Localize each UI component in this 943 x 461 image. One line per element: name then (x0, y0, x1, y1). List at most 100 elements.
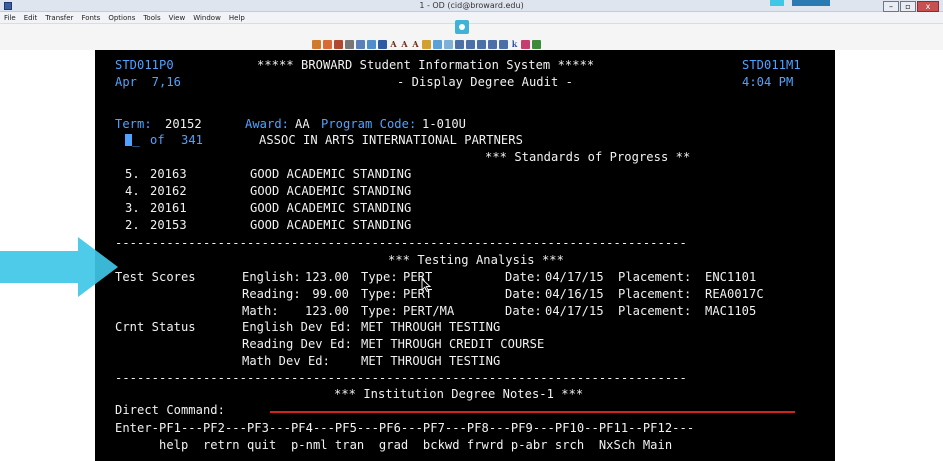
test-placement-label: Placement: (618, 287, 692, 301)
record-indicator-icon[interactable] (455, 20, 469, 34)
minimize-button[interactable]: – (883, 1, 899, 12)
title-bar: 1 - OD (cid@broward.edu) – ▫ x (0, 0, 943, 12)
test-subject: Math: (242, 304, 301, 318)
progress-row-term: 20162 (150, 184, 187, 198)
close-button[interactable]: x (917, 1, 939, 12)
test-score: 99.00 (305, 287, 349, 301)
mouse-pointer-icon (421, 278, 431, 292)
screen-id-left: STD011P0 (115, 58, 174, 72)
test-score: 123.00 (305, 270, 349, 284)
progress-row-num: 3. (125, 201, 140, 215)
toolbar: A A A k (0, 20, 943, 50)
system-title: ***** BROWARD Student Information System… (257, 58, 595, 72)
screen-4-icon[interactable] (488, 39, 497, 49)
page-current-input[interactable]: 1_ (125, 133, 140, 147)
test-date: 04/17/15 (545, 270, 604, 284)
menu-transfer[interactable]: Transfer (45, 14, 73, 22)
dev-ed-value: MET THROUGH TESTING (361, 320, 501, 334)
play-macro-icon[interactable] (444, 39, 453, 49)
font-a-icon[interactable]: A (389, 39, 398, 49)
open-session-icon[interactable] (323, 39, 332, 49)
menu-help[interactable]: Help (229, 14, 245, 22)
progress-row-status: GOOD ACADEMIC STANDING (250, 167, 412, 181)
pf-keys-line: Enter-PF1---PF2---PF3---PF4---PF5---PF6-… (115, 421, 695, 435)
keyboard-icon[interactable]: k (510, 39, 519, 49)
transfer-icon[interactable] (378, 39, 387, 49)
program-name: ASSOC IN ARTS INTERNATIONAL PARTNERS (259, 133, 523, 147)
menu-options[interactable]: Options (108, 14, 135, 22)
test-date-label: Date: (505, 270, 542, 284)
screen-3-icon[interactable] (477, 39, 486, 49)
new-session-icon[interactable] (312, 39, 321, 49)
page-total: 341 (181, 133, 203, 147)
test-type-label: Type: (361, 270, 398, 284)
teal-tab-decoration (770, 0, 830, 6)
test-date: 04/17/15 (545, 304, 604, 318)
test-placement: MAC1105 (705, 304, 757, 318)
test-type: PERT/MA (403, 304, 455, 318)
pen-icon[interactable] (521, 39, 530, 49)
standards-heading: *** Standards of Progress ** (485, 150, 691, 164)
font-a-small-icon[interactable]: A (411, 39, 420, 49)
dev-ed-label: English Dev Ed: (242, 320, 352, 334)
font-a-large-icon[interactable]: A (400, 39, 409, 49)
menu-edit[interactable]: Edit (24, 14, 38, 22)
maximize-button[interactable]: ▫ (900, 1, 916, 12)
test-date: 04/16/15 (545, 287, 604, 301)
screen-2-icon[interactable] (466, 39, 475, 49)
window-title: 1 - OD (cid@broward.edu) (419, 1, 524, 10)
menu-bar: File Edit Transfer Fonts Options Tools V… (0, 12, 943, 24)
screen-time: 4:04 PM (742, 75, 794, 89)
page-of-label: of (150, 133, 165, 147)
screen-1-icon[interactable] (455, 39, 464, 49)
progress-row-num: 4. (125, 184, 140, 198)
progress-row-term: 20153 (150, 218, 187, 232)
terminal-app-icon[interactable] (4, 2, 12, 10)
menu-view[interactable]: View (169, 14, 186, 22)
progress-row-status: GOOD ACADEMIC STANDING (250, 201, 412, 215)
institution-heading: *** Institution Degree Notes-1 *** (334, 387, 584, 401)
menu-fonts[interactable]: Fonts (81, 14, 100, 22)
progress-row-status: GOOD ACADEMIC STANDING (250, 184, 412, 198)
program-code-value: 1-010U (422, 117, 466, 131)
test-placement: REA0017C (705, 287, 764, 301)
menu-tools[interactable]: Tools (143, 14, 160, 22)
progress-row-term: 20163 (150, 167, 187, 181)
dev-ed-label: Reading Dev Ed: (242, 337, 352, 351)
save-session-icon[interactable] (334, 39, 343, 49)
divider: ----------------------------------------… (115, 236, 687, 250)
term-label: Term: (115, 117, 152, 131)
test-scores-label: Test Scores (115, 270, 196, 284)
test-date-label: Date: (505, 304, 542, 318)
direct-command-input[interactable] (270, 411, 795, 413)
test-score: 123.00 (305, 304, 349, 318)
test-subject: English: (242, 270, 301, 284)
print-icon[interactable] (345, 39, 354, 49)
record-macro-icon[interactable] (433, 39, 442, 49)
toolbar-strip: A A A k (312, 38, 632, 50)
menu-window[interactable]: Window (193, 14, 221, 22)
terminal-screen[interactable]: STD011P0 ***** BROWARD Student Informati… (95, 50, 835, 461)
right-arrow-icon (0, 237, 118, 297)
test-type-label: Type: (361, 287, 398, 301)
macro-icon[interactable] (422, 39, 431, 49)
dev-ed-label: Math Dev Ed: (242, 354, 352, 368)
progress-row-term: 20161 (150, 201, 187, 215)
screen-5-icon[interactable] (499, 39, 508, 49)
menu-file[interactable]: File (4, 14, 16, 22)
divider: ----------------------------------------… (115, 371, 687, 385)
test-placement: ENC1101 (705, 270, 757, 284)
screen-subtitle: - Display Degree Audit - (397, 75, 573, 89)
copy-icon[interactable] (356, 39, 365, 49)
direct-command-label: Direct Command: (115, 403, 225, 417)
settings-icon[interactable] (532, 39, 541, 49)
screen-date: Apr 7,16 (115, 75, 181, 89)
progress-row-num: 5. (125, 167, 140, 181)
progress-row-num: 2. (125, 218, 140, 232)
pf-keys-labels[interactable]: help retrn quit p-nml tran grad bckwd fr… (115, 438, 672, 452)
paste-icon[interactable] (367, 39, 376, 49)
term-value: 20152 (165, 117, 202, 131)
window-controls: – ▫ x (882, 1, 939, 12)
test-placement-label: Placement: (618, 270, 692, 284)
program-code-label: Program Code: (321, 117, 417, 131)
